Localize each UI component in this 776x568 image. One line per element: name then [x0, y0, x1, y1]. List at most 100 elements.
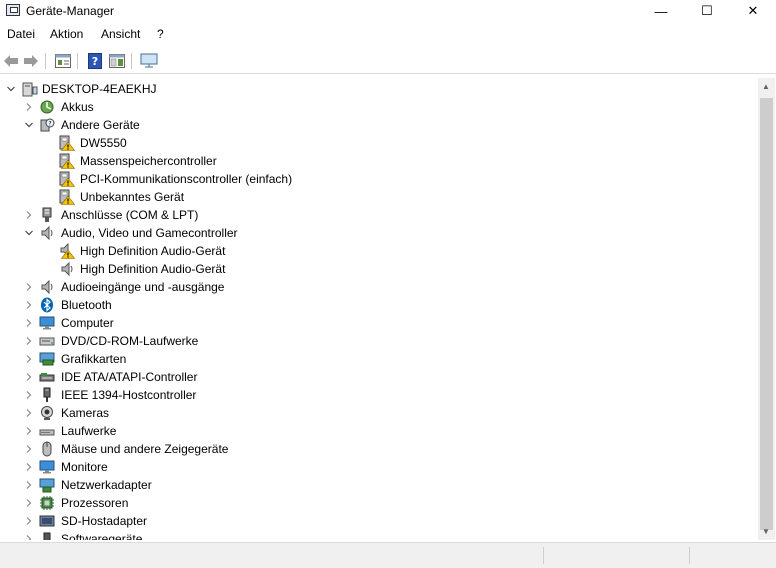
tree-node[interactable]: Audioeingänge und -ausgänge	[0, 278, 758, 296]
tree-node[interactable]: Softwaregeräte	[0, 530, 758, 540]
vertical-scrollbar[interactable]: ▲ ▼	[758, 78, 775, 540]
help-icon[interactable]: ?	[86, 52, 104, 70]
tree-node-label: IDE ATA/ATAPI-Controller	[61, 370, 198, 384]
tree-node[interactable]: Massenspeichercontroller	[0, 152, 758, 170]
chevron-right-icon[interactable]	[24, 479, 34, 489]
close-button[interactable]: ✕	[730, 0, 776, 22]
tree-node[interactable]: PCI-Kommunikationscontroller (einfach)	[0, 170, 758, 188]
chevron-right-icon[interactable]	[24, 425, 34, 435]
scroll-down-arrow-icon[interactable]: ▼	[762, 527, 770, 536]
tree-node[interactable]: Unbekanntes Gerät	[0, 188, 758, 206]
tree-node-label: PCI-Kommunikationscontroller (einfach)	[80, 172, 293, 186]
chevron-right-icon[interactable]	[24, 281, 34, 291]
tree-node[interactable]: High Definition Audio-Gerät	[0, 260, 758, 278]
tree-node[interactable]: IEEE 1394-Hostcontroller	[0, 386, 758, 404]
chevron-down-icon[interactable]	[24, 227, 34, 237]
sd-host-icon	[39, 513, 55, 529]
chevron-right-icon[interactable]	[24, 443, 34, 453]
tree-node-label: Softwaregeräte	[61, 532, 143, 540]
tree-node[interactable]: Bluetooth	[0, 296, 758, 314]
tree-node-label: Massenspeichercontroller	[80, 154, 217, 168]
title-bar: Geräte-Manager — ☐ ✕	[0, 0, 776, 22]
tree-node-label: DW5550	[80, 136, 127, 150]
tree-node[interactable]: Netzwerkadapter	[0, 476, 758, 494]
tree-node-label: Audioeingänge und -ausgänge	[61, 280, 225, 294]
svg-text:?: ?	[92, 55, 98, 68]
tree-node[interactable]: DVD/CD-ROM-Laufwerke	[0, 332, 758, 350]
speaker-icon	[59, 261, 75, 277]
tree-node[interactable]: Akkus	[0, 98, 758, 116]
tree-node[interactable]: Monitore	[0, 458, 758, 476]
chevron-right-icon[interactable]	[24, 335, 34, 345]
scrollbar-thumb[interactable]	[760, 98, 773, 530]
svg-text:?: ?	[48, 121, 51, 128]
status-bar-divider	[689, 547, 690, 564]
chevron-right-icon[interactable]	[24, 317, 34, 327]
tree-node-label: Monitore	[61, 460, 108, 474]
tree-node[interactable]: Computer	[0, 314, 758, 332]
ide-controller-icon	[39, 369, 55, 385]
minimize-button[interactable]: —	[638, 0, 684, 22]
toolbar-separator	[77, 53, 78, 69]
maximize-button[interactable]: ☐	[684, 0, 730, 22]
menu-ansicht[interactable]: Ansicht	[101, 27, 140, 41]
chevron-right-icon[interactable]	[24, 407, 34, 417]
tree-node[interactable]: Kameras	[0, 404, 758, 422]
scroll-up-arrow-icon[interactable]: ▲	[762, 82, 770, 91]
device-tree[interactable]: DESKTOP-4EAEKHJ Akkus? Andere Geräte DW5550…	[0, 78, 758, 540]
warning-device-icon	[59, 153, 76, 169]
disc-drive-icon	[39, 333, 55, 349]
menu-datei[interactable]: Datei	[7, 27, 35, 41]
tree-node-label: Anschlüsse (COM & LPT)	[61, 208, 199, 222]
chevron-right-icon[interactable]	[24, 209, 34, 219]
device-manager-app-icon	[6, 4, 20, 16]
tree-node[interactable]: Grafikkarten	[0, 350, 758, 368]
chevron-right-icon[interactable]	[24, 533, 34, 540]
status-bar-divider	[543, 547, 544, 564]
chevron-right-icon[interactable]	[24, 497, 34, 507]
forward-arrow-icon[interactable]	[22, 52, 40, 70]
tree-node[interactable]: Anschlüsse (COM & LPT)	[0, 206, 758, 224]
tree-node-label: Grafikkarten	[61, 352, 127, 366]
window-title: Geräte-Manager	[26, 4, 115, 18]
display-adapter-icon	[39, 351, 55, 367]
view-grid-icon[interactable]	[108, 52, 126, 70]
tree-node[interactable]: Audio, Video und Gamecontroller	[0, 224, 758, 242]
speaker-warning-icon	[59, 242, 76, 259]
chevron-right-icon[interactable]	[24, 353, 34, 363]
chevron-right-icon[interactable]	[24, 299, 34, 309]
tree-node-label: Andere Geräte	[61, 118, 140, 132]
chevron-down-icon[interactable]	[24, 119, 34, 129]
tree-node[interactable]: Laufwerke	[0, 422, 758, 440]
monitor-icon	[39, 459, 55, 475]
back-arrow-icon[interactable]	[2, 52, 20, 70]
chevron-right-icon[interactable]	[24, 515, 34, 525]
tree-node[interactable]: DESKTOP-4EAEKHJ	[0, 80, 758, 98]
tree-node[interactable]: Mäuse und andere Zeigegeräte	[0, 440, 758, 458]
tree-node-label: Akkus	[61, 100, 94, 114]
tree-node[interactable]: High Definition Audio-Gerät	[0, 242, 758, 260]
tree-node-label: Kameras	[61, 406, 110, 420]
chevron-right-icon[interactable]	[24, 371, 34, 381]
tree-node-label: SD-Hostadapter	[61, 514, 148, 528]
tree-node[interactable]: Prozessoren	[0, 494, 758, 512]
tree-node-label: DESKTOP-4EAEKHJ	[42, 82, 157, 96]
properties-grid-icon[interactable]	[54, 52, 72, 70]
chevron-right-icon[interactable]	[24, 461, 34, 471]
unknown-device-icon: ?	[39, 117, 55, 133]
tree-node[interactable]: SD-Hostadapter	[0, 512, 758, 530]
software-device-icon	[39, 531, 55, 540]
tree-node-label: High Definition Audio-Gerät	[80, 244, 226, 258]
tree-node[interactable]: ? Andere Geräte	[0, 116, 758, 134]
menu-help[interactable]: ?	[157, 27, 164, 41]
monitor-scan-icon[interactable]	[140, 52, 158, 70]
tree-node-label: Netzwerkadapter	[61, 478, 152, 492]
chevron-right-icon[interactable]	[24, 389, 34, 399]
tree-node[interactable]: DW5550	[0, 134, 758, 152]
monitor-icon	[39, 315, 55, 331]
menu-aktion[interactable]: Aktion	[50, 27, 83, 41]
mouse-icon	[39, 441, 55, 457]
chevron-down-icon[interactable]	[6, 83, 16, 93]
chevron-right-icon[interactable]	[24, 101, 34, 111]
tree-node[interactable]: IDE ATA/ATAPI-Controller	[0, 368, 758, 386]
